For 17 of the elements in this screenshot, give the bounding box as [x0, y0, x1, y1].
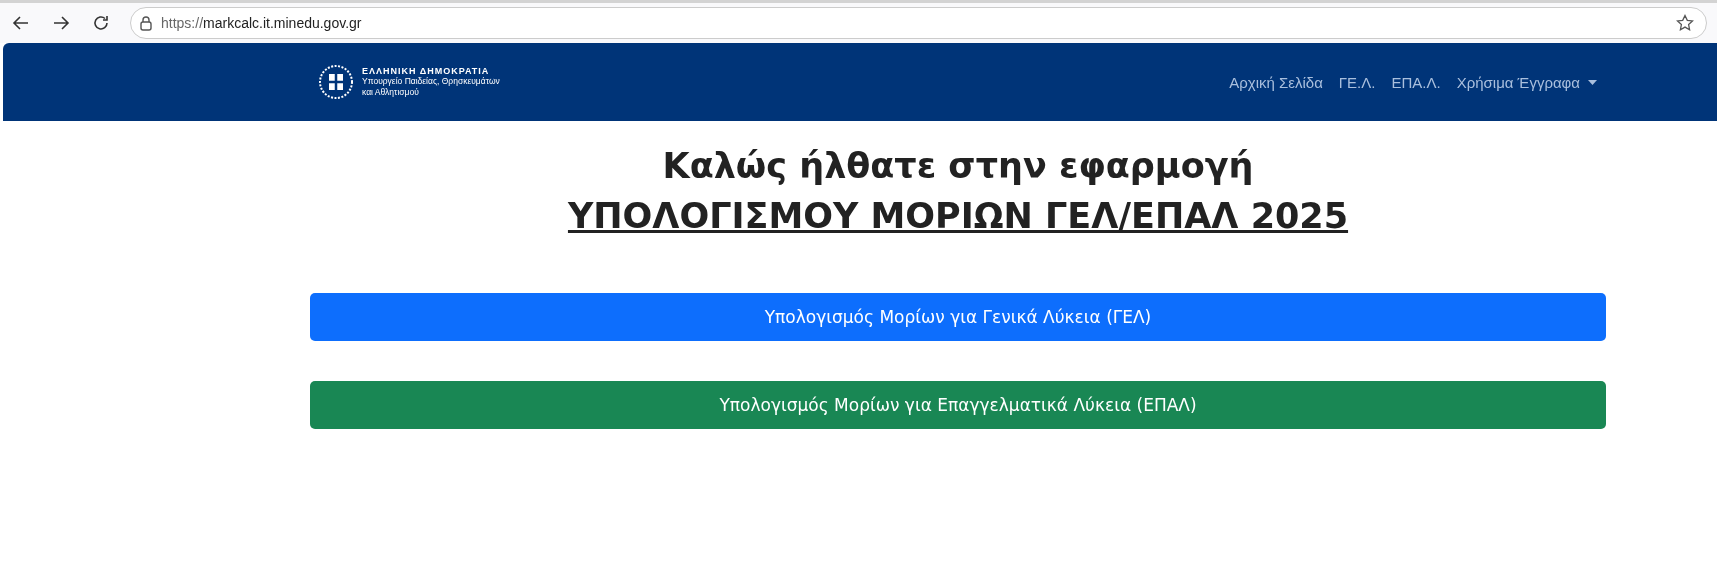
url-text: https://markcalc.it.minedu.gov.gr [161, 15, 363, 31]
caret-icon [1588, 79, 1597, 85]
lock-icon [139, 15, 153, 31]
star-icon[interactable] [1676, 14, 1694, 32]
page-title: Καλώς ήλθατε στην εφαρμογή [662, 145, 1254, 188]
nav-dropdown[interactable]: Χρήσιμα Έγγραφα [1456, 73, 1597, 91]
nav-link[interactable]: ΕΠΑ.Λ. [1391, 73, 1441, 91]
logo-title: ΕΛΛΗΝΙΚΗ ΔΗΜΟΚΡΑΤΙΑ [362, 66, 491, 76]
address-bar[interactable]: https://markcalc.it.minedu.gov.gr [130, 7, 1707, 39]
logo-subtitle: και Αθλητισμού [362, 87, 420, 98]
emblem-icon [318, 64, 354, 100]
calculate-button[interactable]: Υπολογισμός Μορίων για Γενικά Λύκεια (ΓΕΛ) [310, 293, 1606, 341]
nav-link[interactable]: ΓΕ.Λ. [1338, 73, 1376, 91]
nav-link[interactable]: Αρχική Σελίδα [1229, 73, 1323, 91]
logo-subtitle: Υπουργείο Παιδείας, Θρησκευμάτων [362, 76, 500, 87]
calculate-button[interactable]: Υπολογισμός Μορίων για Επαγγελματικά Λύκεια (ΕΠΑΛ) [310, 381, 1606, 429]
page-subtitle: ΥΠΟΛΟΓΙΣΜΟΥ ΜΟΡΙΩΝ ΓΕΛ/ΕΠΑΛ 2025 [567, 195, 1349, 238]
